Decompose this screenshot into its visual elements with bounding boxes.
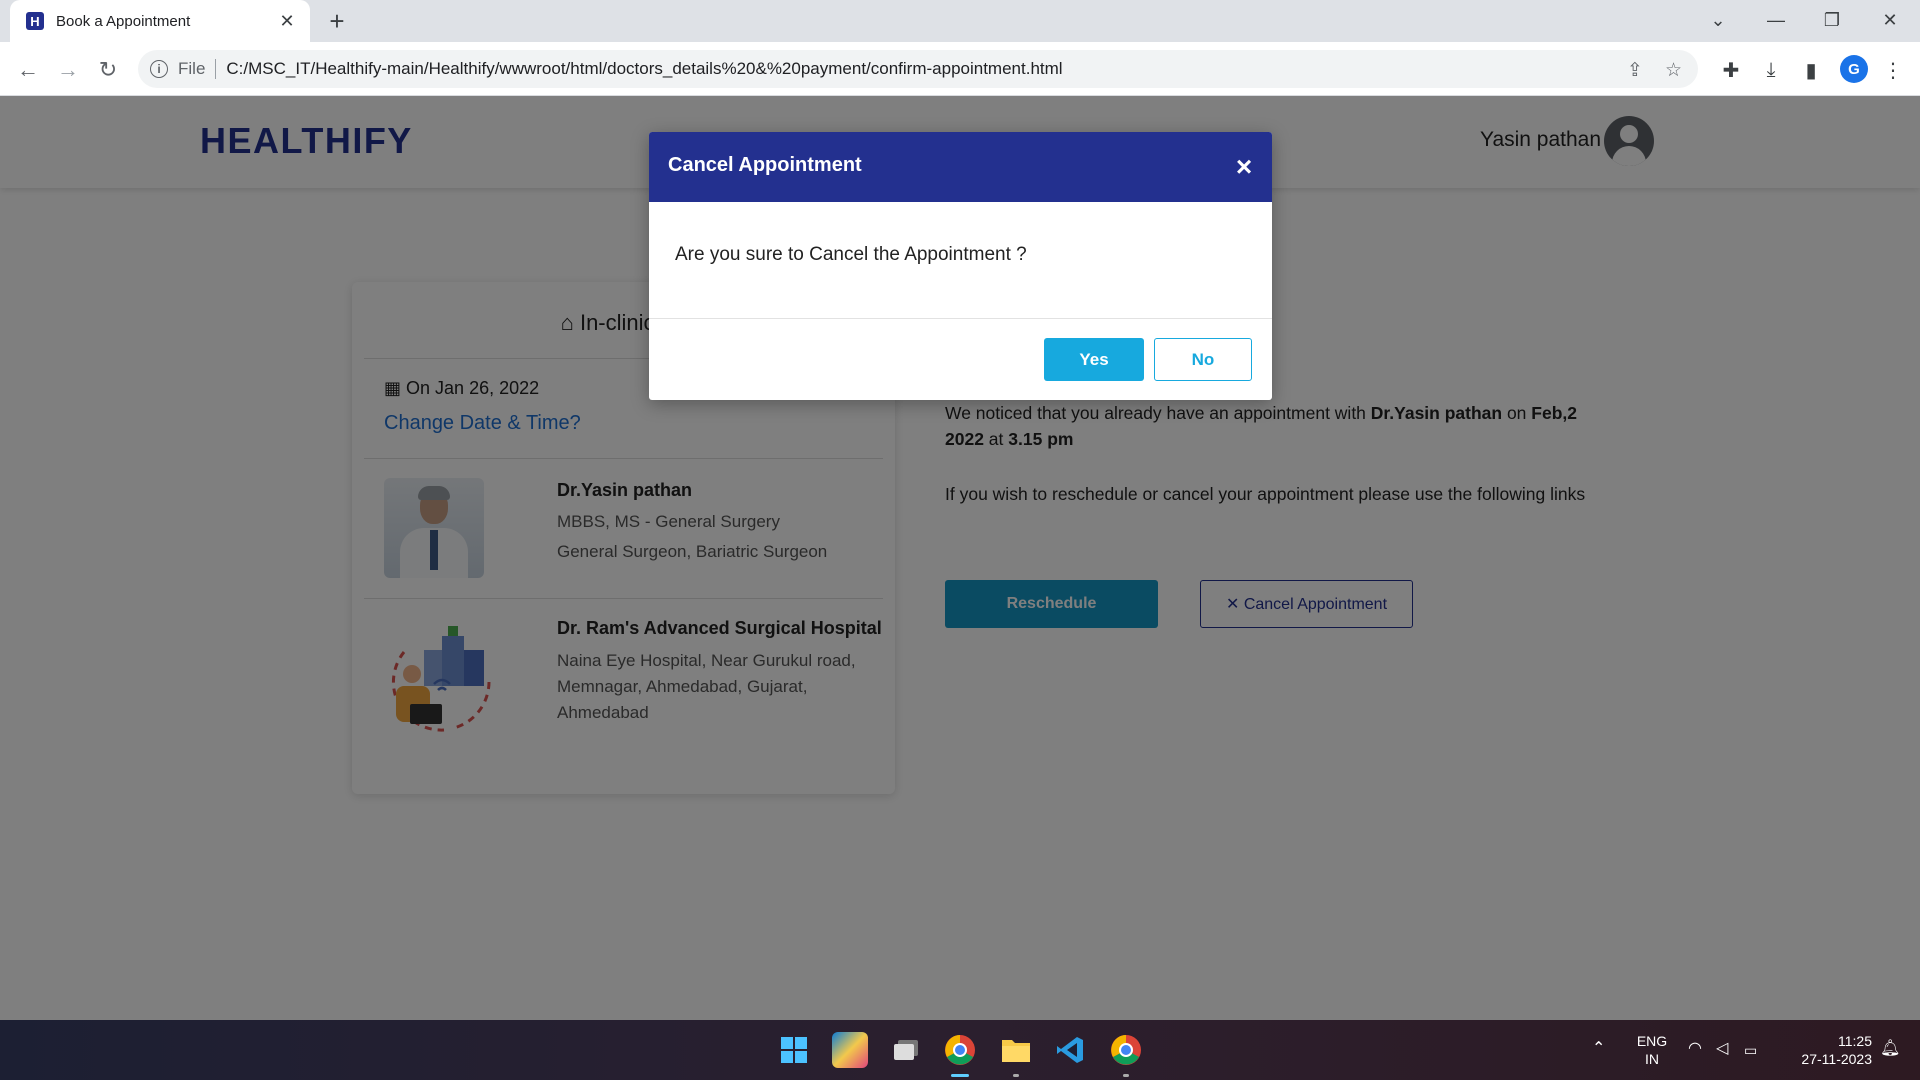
back-icon[interactable]: ←	[12, 54, 44, 86]
task-view-icon[interactable]	[888, 1032, 924, 1068]
tab-title: Book a Appointment	[56, 12, 191, 30]
browser-tabstrip: H Book a Appointment ✕ + ⌄ — ❐ ✕	[0, 0, 1920, 42]
star-icon[interactable]: ☆	[1665, 59, 1682, 82]
extensions-icon[interactable]: ✚	[1717, 56, 1745, 84]
reload-icon[interactable]: ↻	[92, 54, 124, 86]
running-indicator	[1013, 1074, 1019, 1077]
running-indicator	[1123, 1074, 1129, 1077]
taskbar: ⌃ ENG IN ◠ ◁ ▭ 11:25 27-11-2023 🔔︎	[0, 1020, 1920, 1080]
modal-message: Are you sure to Cancel the Appointment ?	[675, 244, 1027, 265]
tab-close-icon[interactable]: ✕	[276, 11, 298, 32]
vscode-icon[interactable]	[1052, 1032, 1088, 1068]
wifi-icon[interactable]: ◠	[1688, 1040, 1702, 1058]
modal-header: Cancel Appointment ×	[649, 132, 1272, 202]
file-explorer-icon[interactable]	[998, 1032, 1034, 1068]
page: HEALTHIFY Yasin pathan ⌂In-clinic Ap ▦ O…	[0, 96, 1920, 1020]
active-indicator	[951, 1074, 969, 1077]
profile-button[interactable]: G	[1840, 55, 1868, 83]
forward-icon[interactable]: →	[52, 54, 84, 86]
volume-icon[interactable]: ◁	[1716, 1040, 1728, 1058]
copilot-icon[interactable]	[832, 1032, 868, 1068]
notification-bell-icon[interactable]: 🔔︎	[1880, 1040, 1900, 1058]
language-indicator[interactable]: ENG IN	[1632, 1032, 1672, 1068]
no-button[interactable]: No	[1154, 338, 1252, 381]
tray-chevron-icon[interactable]: ⌃	[1592, 1040, 1605, 1058]
restore-button[interactable]: ❐	[1804, 0, 1860, 40]
modal-divider	[649, 318, 1272, 319]
omnibox-separator	[215, 59, 217, 79]
cancel-appointment-modal: Cancel Appointment × Are you sure to Can…	[649, 132, 1272, 400]
tab-search-icon[interactable]: ⌄	[1690, 0, 1746, 40]
battery-icon[interactable]: ▭	[1744, 1041, 1757, 1059]
clock[interactable]: 11:25 27-11-2023	[1780, 1032, 1872, 1068]
close-icon[interactable]: ×	[1229, 152, 1259, 182]
browser-toolbar: ← → ↻ i File C:/MSC_IT/Healthify-main/He…	[0, 42, 1920, 96]
share-icon[interactable]: ⇪	[1627, 59, 1643, 82]
address-bar[interactable]: i File C:/MSC_IT/Healthify-main/Healthif…	[138, 50, 1698, 88]
modal-title: Cancel Appointment	[668, 154, 862, 176]
browser-tab[interactable]: H Book a Appointment ✕	[10, 0, 310, 42]
minimize-button[interactable]: —	[1748, 0, 1804, 40]
file-label: File	[178, 59, 206, 78]
close-window-button[interactable]: ✕	[1862, 0, 1918, 40]
sidepanel-icon[interactable]: ▮	[1797, 56, 1825, 84]
chrome-icon[interactable]	[942, 1032, 978, 1068]
download-icon[interactable]: ⤓	[1757, 56, 1785, 84]
url-text[interactable]: C:/MSC_IT/Healthify-main/Healthify/wwwro…	[226, 59, 1062, 79]
new-tab-button[interactable]: +	[322, 6, 352, 36]
menu-icon[interactable]: ⋮	[1879, 56, 1907, 84]
info-icon[interactable]: i	[150, 60, 168, 78]
chrome-profile-icon[interactable]	[1108, 1032, 1144, 1068]
windows-start-icon[interactable]	[776, 1032, 812, 1068]
yes-button[interactable]: Yes	[1044, 338, 1144, 381]
favicon-icon: H	[26, 12, 44, 30]
